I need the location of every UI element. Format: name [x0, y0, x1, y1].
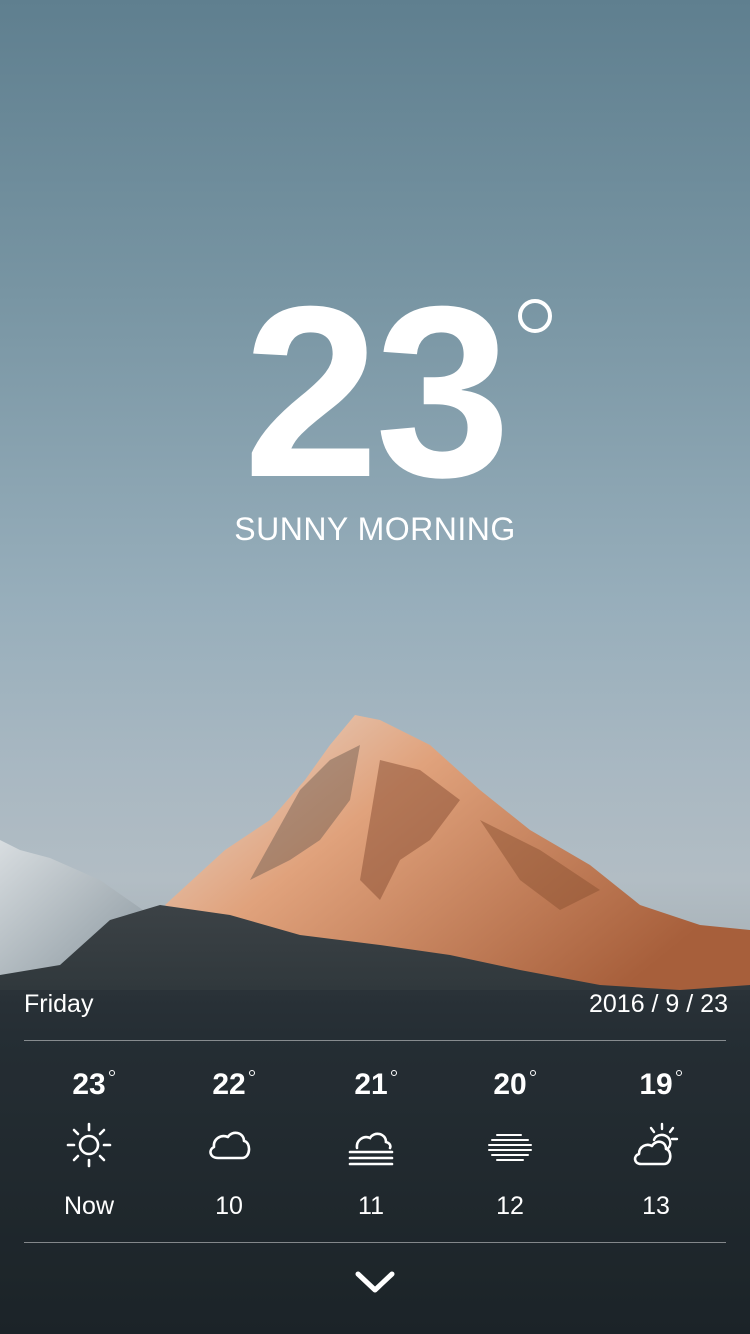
forecast-time: 12 [496, 1192, 524, 1220]
sun-icon [66, 1122, 112, 1168]
forecast-item-now[interactable]: 23 Now [29, 1060, 149, 1230]
forecast-item-13[interactable]: 19 13 [596, 1060, 716, 1230]
current-condition: SUNNY MORNING [234, 511, 516, 547]
cloud-fog-icon [348, 1132, 394, 1166]
partly-cloudy-icon [633, 1122, 679, 1166]
forecast-item-12[interactable]: 20 12 [450, 1060, 570, 1230]
forecast-temp: 23 [29, 1068, 149, 1102]
forecast-time: 10 [215, 1192, 243, 1220]
forecast-time: 11 [358, 1192, 384, 1220]
chevron-down-icon [355, 1271, 395, 1293]
forecast-time: 13 [642, 1192, 670, 1220]
date-label: 2016 / 9 / 23 [588, 990, 728, 1018]
forecast-temp: 22 [169, 1068, 289, 1102]
forecast-item-11[interactable]: 21 11 [311, 1060, 431, 1230]
forecast-temp: 21 [311, 1068, 431, 1102]
expand-button[interactable] [345, 1262, 405, 1306]
forecast-temp: 19 [596, 1068, 716, 1102]
divider-bottom [24, 1242, 726, 1243]
day-label: Friday [24, 990, 94, 1018]
fog-icon [488, 1134, 532, 1161]
degree-symbol [518, 299, 552, 333]
forecast-time: Now [63, 1192, 114, 1220]
current-temperature: 23 [0, 270, 750, 514]
forecast-temp: 20 [450, 1068, 570, 1102]
cloud-icon [209, 1131, 251, 1160]
divider-top [24, 1040, 726, 1041]
hourly-forecast: 23 Now 22 10 21 11 20 12 19 13 [0, 1060, 750, 1230]
current-temperature-value: 23 [243, 255, 510, 528]
forecast-item-10[interactable]: 22 10 [169, 1060, 289, 1230]
